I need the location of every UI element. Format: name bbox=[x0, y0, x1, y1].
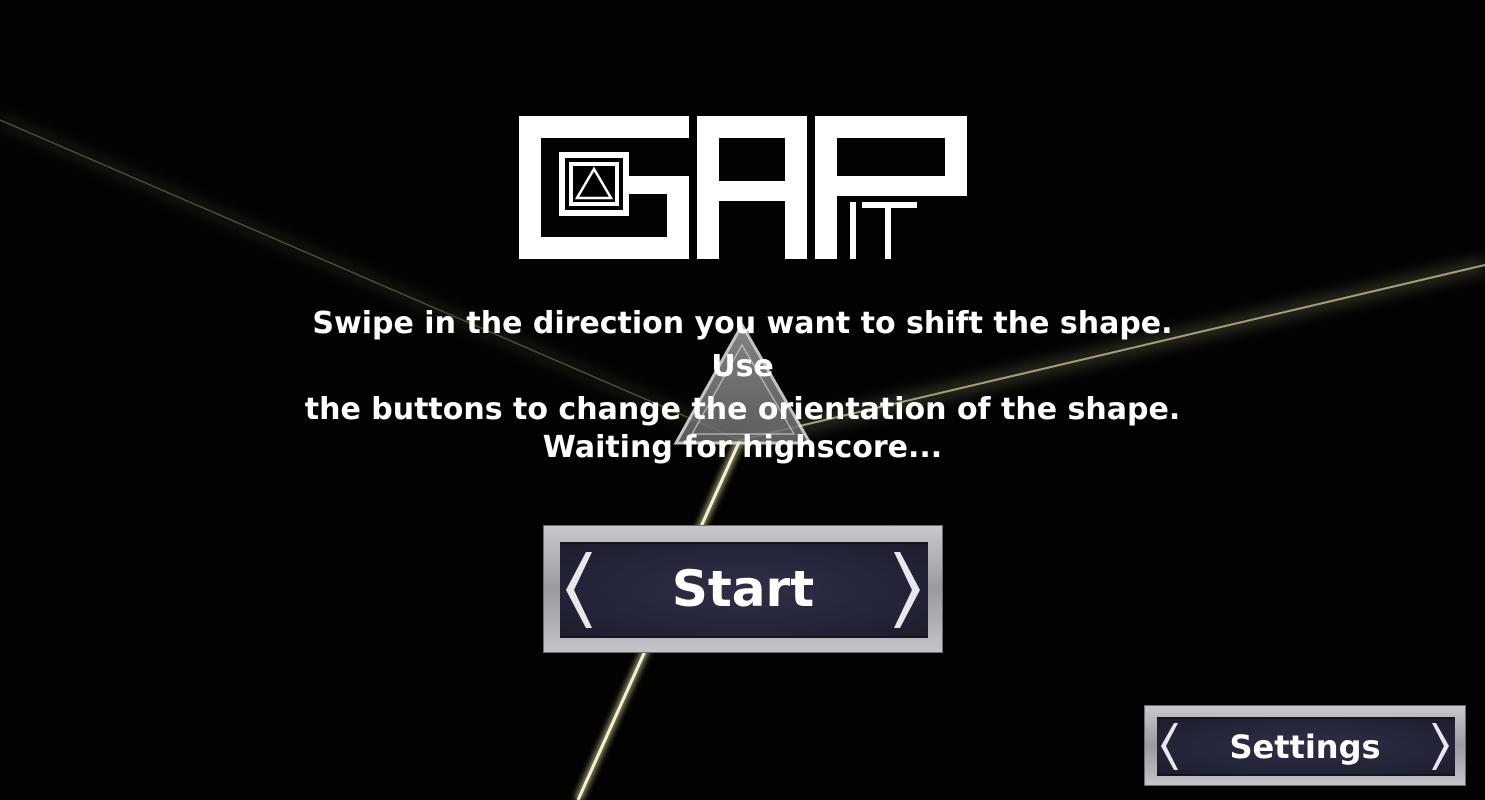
instructions-line-1: Swipe in the direction you want to shift… bbox=[312, 306, 1173, 384]
settings-button-label: Settings bbox=[1229, 728, 1381, 766]
instructions-text: Swipe in the direction you want to shift… bbox=[292, 302, 1193, 431]
instructions-line-2: the buttons to change the orientation of… bbox=[304, 392, 1181, 427]
game-logo bbox=[519, 116, 967, 259]
settings-button[interactable]: Settings bbox=[1144, 705, 1466, 786]
start-button[interactable]: Start bbox=[543, 525, 943, 653]
start-button-label: Start bbox=[671, 560, 815, 618]
gap-it-logo-icon bbox=[519, 116, 967, 259]
highscore-status: Waiting for highscore... bbox=[542, 430, 943, 465]
